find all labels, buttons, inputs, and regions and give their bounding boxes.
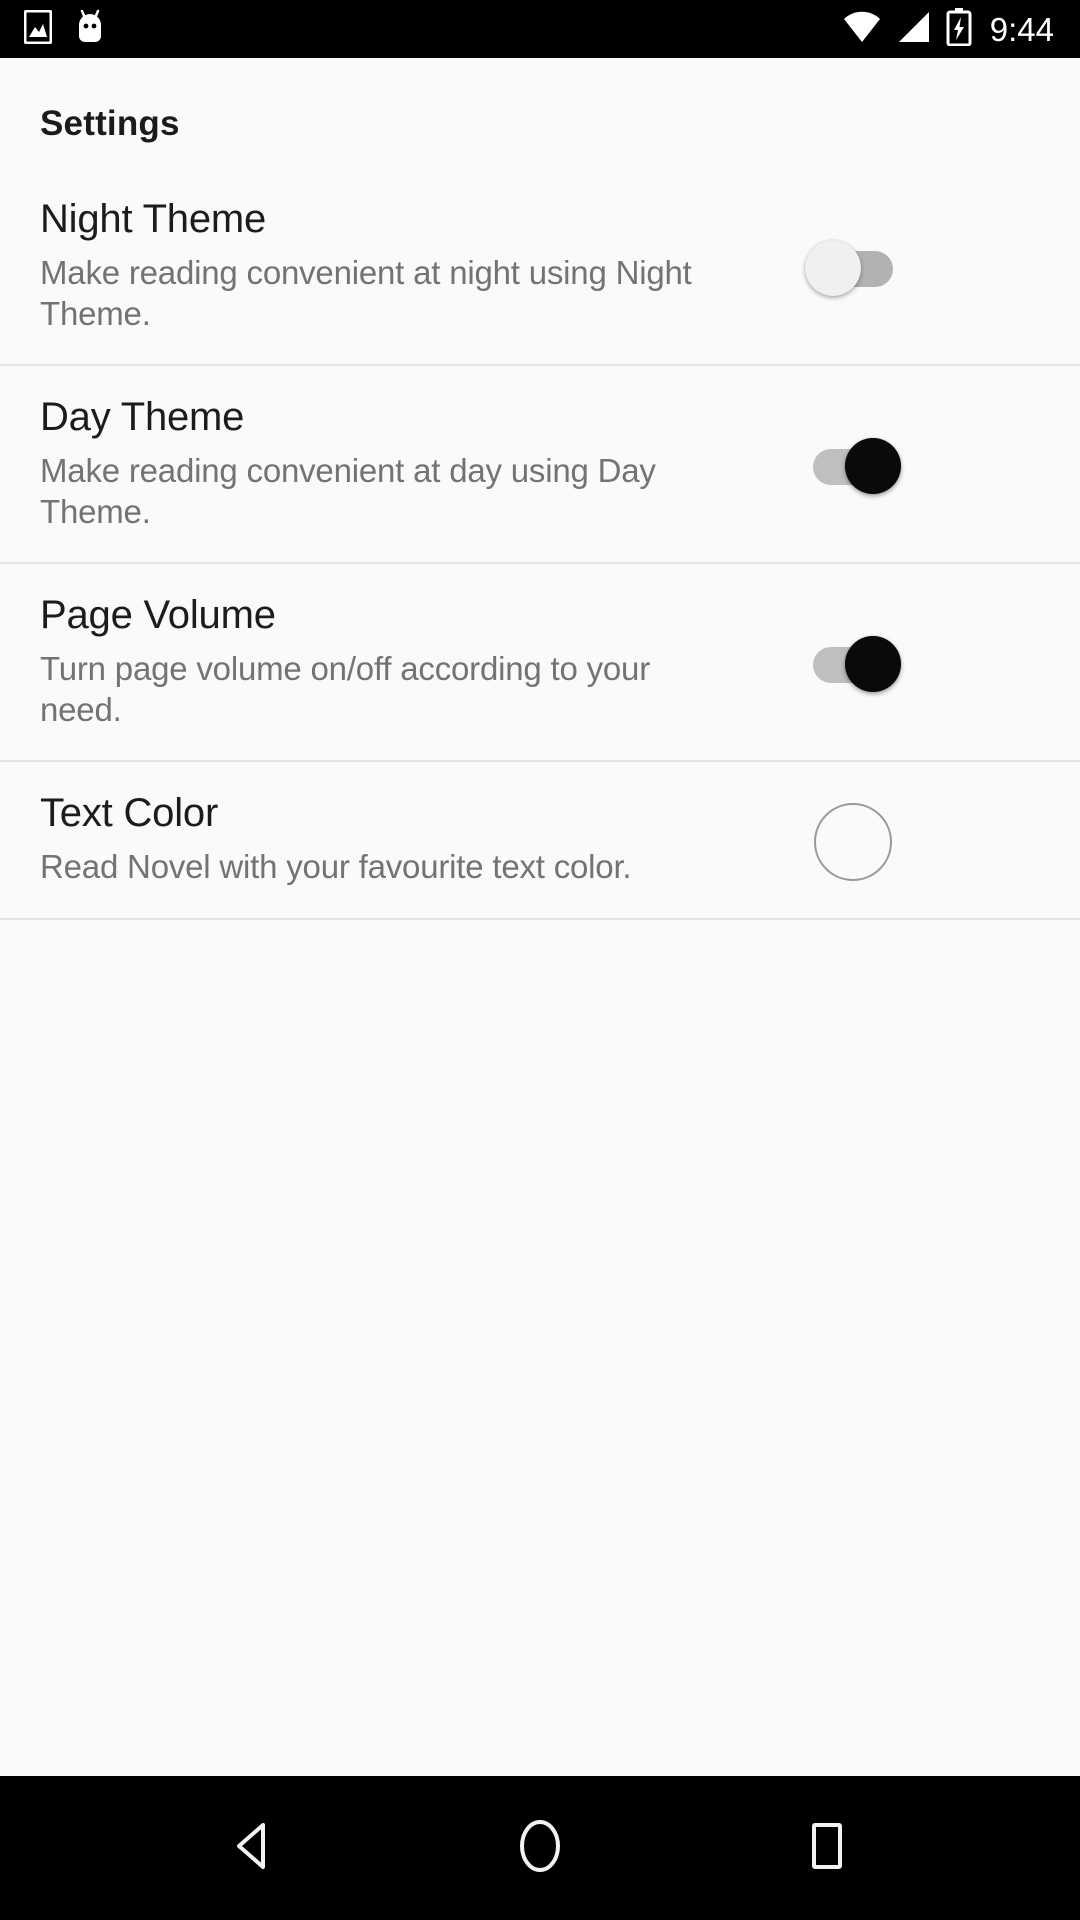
- text-color-swatch[interactable]: [814, 803, 892, 882]
- setting-title-text-color: Text Color: [40, 791, 219, 836]
- setting-subtitle-text-color: Read Novel with your favourite text colo…: [40, 848, 632, 886]
- switch-thumb: [845, 438, 901, 495]
- setting-title-page-volume: Page Volume: [40, 593, 276, 638]
- back-triangle-icon: [230, 1821, 276, 1876]
- status-bar-clock: 9:44: [989, 10, 1054, 48]
- wifi-icon: [842, 10, 882, 49]
- nav-back-button[interactable]: [183, 1776, 323, 1920]
- switch-thumb: [845, 636, 901, 693]
- setting-row-day-theme[interactable]: Day Theme Make reading convenient at day…: [0, 366, 1080, 565]
- status-bar-system-icons: 9:44: [842, 7, 1054, 51]
- setting-control-day-theme[interactable]: [758, 435, 948, 497]
- status-bar: 9:44: [0, 0, 1080, 58]
- setting-text-page-volume: Page Volume Turn page volume on/off acco…: [40, 594, 758, 730]
- setting-control-page-volume[interactable]: [758, 633, 948, 695]
- nav-recents-button[interactable]: [757, 1776, 897, 1920]
- setting-control-text-color[interactable]: [758, 803, 948, 882]
- settings-screen: Settings Night Theme Make reading conven…: [0, 58, 1080, 1776]
- cellular-signal-icon: [896, 10, 932, 49]
- page-title: Settings: [40, 104, 180, 143]
- setting-row-night-theme[interactable]: Night Theme Make reading convenient at n…: [0, 168, 1080, 367]
- home-circle-icon: [515, 1818, 565, 1879]
- recents-square-icon: [805, 1820, 849, 1877]
- setting-subtitle-night-theme: Make reading convenient at night using N…: [40, 254, 692, 332]
- night-theme-switch[interactable]: [805, 237, 901, 299]
- setting-title-day-theme: Day Theme: [40, 395, 245, 440]
- setting-title-night-theme: Night Theme: [40, 197, 267, 241]
- page-volume-switch[interactable]: [805, 633, 901, 695]
- battery-charging-icon: [946, 7, 972, 51]
- setting-row-text-color[interactable]: Text Color Read Novel with your favourit…: [0, 762, 1080, 921]
- setting-subtitle-day-theme: Make reading convenient at day using Day…: [40, 452, 656, 530]
- setting-subtitle-page-volume: Turn page volume on/off according to you…: [40, 650, 651, 728]
- nav-home-button[interactable]: [470, 1776, 610, 1920]
- status-bar-notifications: [23, 9, 106, 50]
- day-theme-switch[interactable]: [805, 435, 901, 497]
- photo-icon: [23, 9, 53, 49]
- setting-text-day-theme: Day Theme Make reading convenient at day…: [40, 396, 758, 532]
- setting-control-night-theme[interactable]: [758, 237, 948, 299]
- android-navigation-bar: [0, 1776, 1080, 1920]
- switch-thumb: [805, 240, 861, 297]
- setting-text-night-theme: Night Theme Make reading convenient at n…: [40, 198, 758, 334]
- settings-list: Night Theme Make reading convenient at n…: [0, 168, 1080, 921]
- android-mascot-icon: [74, 9, 106, 50]
- setting-row-page-volume[interactable]: Page Volume Turn page volume on/off acco…: [0, 564, 1080, 763]
- setting-text-text-color: Text Color Read Novel with your favourit…: [40, 792, 758, 888]
